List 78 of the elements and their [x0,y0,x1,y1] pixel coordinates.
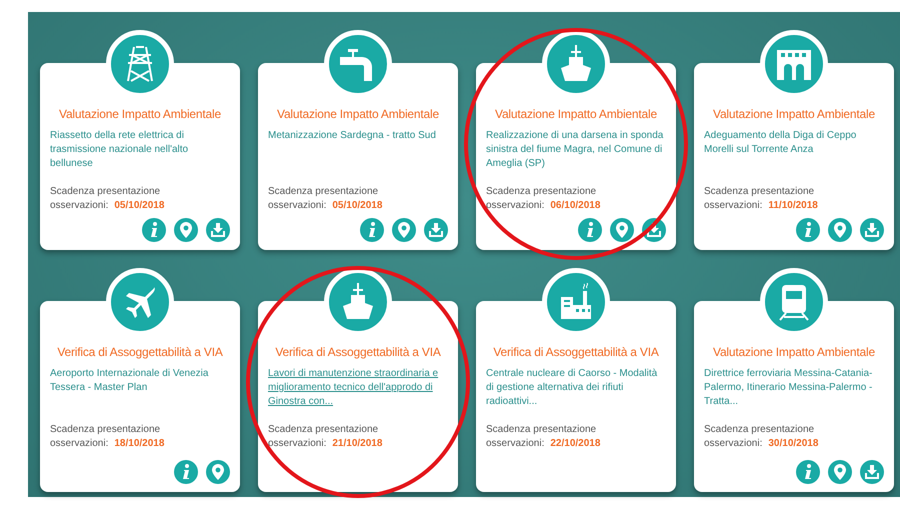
project-link[interactable]: Metanizzazione Sardegna - tratto Sud [268,129,448,179]
project-link[interactable]: Direttrice ferroviaria Messina-Catania-Palermo, Itinerario Messina-Palermo - Tratta... [704,367,884,417]
location-pin-icon [834,464,846,480]
info-icon [804,222,812,238]
download-icon [865,465,879,479]
deadline-heading: Scadenza presentazione [268,423,378,437]
deadline-heading: Scadenza presentazione [268,185,378,199]
location-button[interactable] [174,218,198,242]
ship-icon [559,45,593,83]
deadline-label: osservazioni: [50,199,108,213]
download-button[interactable] [860,218,884,242]
location-button[interactable] [392,218,416,242]
deadline-date: 30/10/2018 [768,437,818,451]
procedure-title: Verifica di Assoggettabilità a VIA [274,345,442,359]
project-link[interactable]: Riassetto della rete elettrica di trasmissione nazionale nell'alto bellunese [50,129,230,179]
deadline-label: osservazioni: [704,199,762,213]
location-pin-icon [616,222,628,238]
deadline-heading: Scadenza presentazione [704,185,814,199]
deadline-date: 21/10/2018 [332,437,382,451]
info-icon [586,222,594,238]
info-icon [368,222,376,238]
deadline-label: osservazioni: [50,437,108,451]
info-button[interactable] [578,218,602,242]
info-button[interactable] [796,218,820,242]
location-pin-icon [180,222,192,238]
location-pin-icon [398,222,410,238]
location-button[interactable] [828,218,852,242]
info-button[interactable] [142,218,166,242]
deadline-date: 05/10/2018 [114,199,164,213]
deadline-date: 05/10/2018 [332,199,382,213]
deadline-date: 18/10/2018 [114,437,164,451]
procedure-title: Verifica di Assoggettabilità a VIA [492,345,660,359]
procedure-title: Valutazione Impatto Ambientale [494,107,658,121]
procedure-title: Valutazione Impatto Ambientale [276,107,440,121]
download-button[interactable] [860,460,884,484]
procedure-title: Verifica di Assoggettabilità a VIA [56,345,224,359]
project-link[interactable]: Realizzazione di una darsena in sponda sinistra del fiume Magra, nel Comune di Ameglia (SP) [486,129,666,179]
info-button[interactable] [174,460,198,484]
download-icon [429,223,443,237]
deadline-label: osservazioni: [268,199,326,213]
deadline-heading: Scadenza presentazione [704,423,814,437]
info-icon [804,464,812,480]
deadline-heading: Scadenza presentazione [486,185,596,199]
location-button[interactable] [206,460,230,484]
download-button[interactable] [206,218,230,242]
deadline-date: 22/10/2018 [550,437,600,451]
deadline-heading: Scadenza presentazione [486,423,596,437]
project-link[interactable]: Lavori di manutenzione straordinaria e miglioramento tecnico dell'approdo di Ginostra con... [268,367,448,417]
location-pin-icon [212,464,224,480]
deadline-date: 06/10/2018 [550,199,600,213]
ship-icon [341,283,375,321]
deadline-label: osservazioni: [268,437,326,451]
location-button[interactable] [828,460,852,484]
procedure-title: Valutazione Impatto Ambientale [712,107,876,121]
deadline-heading: Scadenza presentazione [50,185,160,199]
deadline-heading: Scadenza presentazione [50,423,160,437]
deadline-label: osservazioni: [486,437,544,451]
deadline-label: osservazioni: [486,199,544,213]
bridge-icon [775,48,813,80]
download-icon [647,223,661,237]
download-icon [211,223,225,237]
deadline-label: osservazioni: [704,437,762,451]
info-icon [182,464,190,480]
project-link[interactable]: Aeroporto Internazionale di Venezia Tessera - Master Plan [50,367,230,417]
location-pin-icon [834,222,846,238]
train-icon [778,283,810,321]
project-link[interactable]: Centrale nucleare di Caorso - Modalità di gestione alternativa dei rifiuti radioattivi... [486,367,666,417]
deadline-date: 11/10/2018 [768,199,818,213]
info-button[interactable] [796,460,820,484]
info-icon [150,222,158,238]
download-icon [865,223,879,237]
pylon-icon [125,45,155,83]
location-button[interactable] [610,218,634,242]
procedure-title: Valutazione Impatto Ambientale [58,107,222,121]
procedure-title: Valutazione Impatto Ambientale [712,345,876,359]
info-button[interactable] [360,218,384,242]
download-button[interactable] [424,218,448,242]
project-link[interactable]: Adeguamento della Diga di Ceppo Morelli sul Torrente Anza [704,129,884,179]
